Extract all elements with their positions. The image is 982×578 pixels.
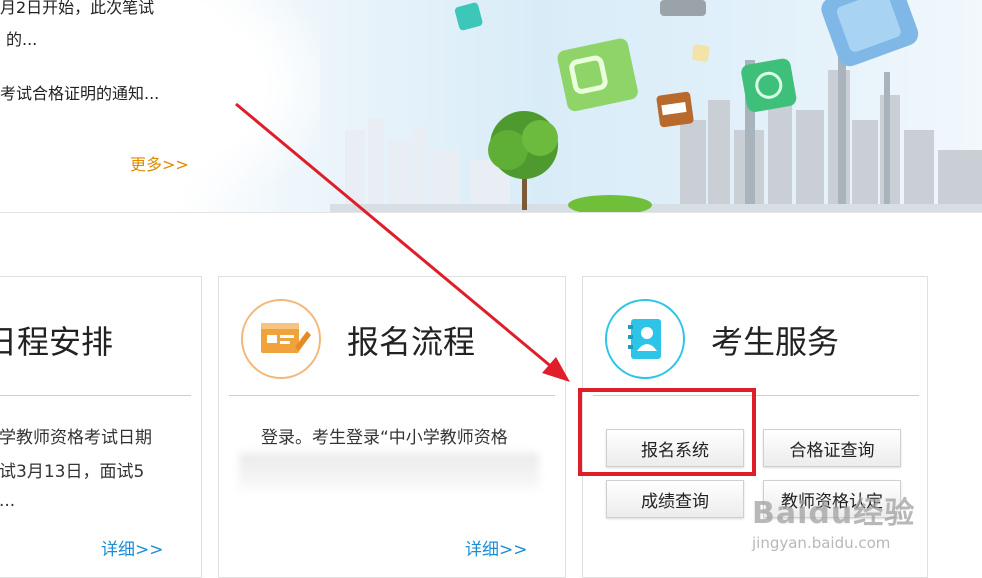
services-title: 考生服务 [711,323,840,361]
schedule-detail-link[interactable]: 详细>> [101,535,164,560]
registration-card: 报名流程 登录。考生登录“中小学教师资格 详细>> [218,276,566,578]
contact-book-icon [605,299,685,379]
watermark-brand: Baidu经验 [752,496,916,531]
banner-divider [0,212,982,213]
certificate-query-button[interactable]: 合格证查询 [763,429,901,467]
news-item-1-continuation[interactable]: 的... [6,26,37,50]
registration-detail-link[interactable]: 详细>> [465,535,528,560]
highlight-box [578,388,756,476]
blurred-text [239,453,539,489]
news-item-1[interactable]: 月2日开始，此次笔试 [0,0,154,18]
registration-form-icon [241,299,321,379]
registration-title: 报名流程 [347,323,476,361]
schedule-divider [0,395,191,396]
schedule-line-2: 试3月13日，面试5 [0,462,145,482]
schedule-line-1: 学教师资格考试日期 [0,428,152,448]
more-link[interactable]: 更多>> [130,151,189,175]
baidu-watermark: Baidu经验 jingyan.baidu.com [752,488,915,552]
schedule-title: 日程安排 [0,323,114,361]
registration-divider [229,395,555,396]
banner-fade [0,0,320,212]
banner: 月2日开始，此次笔试 的... 考试合格证明的通知... 更多>> [0,0,982,212]
news-item-2[interactable]: 考试合格证明的通知... [0,80,159,104]
schedule-card: 日程安排 学教师资格考试日期 试3月13日，面试5 ... 详细>> [0,276,202,578]
score-query-button[interactable]: 成绩查询 [606,480,744,518]
schedule-line-3: ... [0,491,16,511]
registration-step-text: 登录。考生登录“中小学教师资格 [261,428,508,448]
watermark-url: jingyan.baidu.com [752,534,891,552]
